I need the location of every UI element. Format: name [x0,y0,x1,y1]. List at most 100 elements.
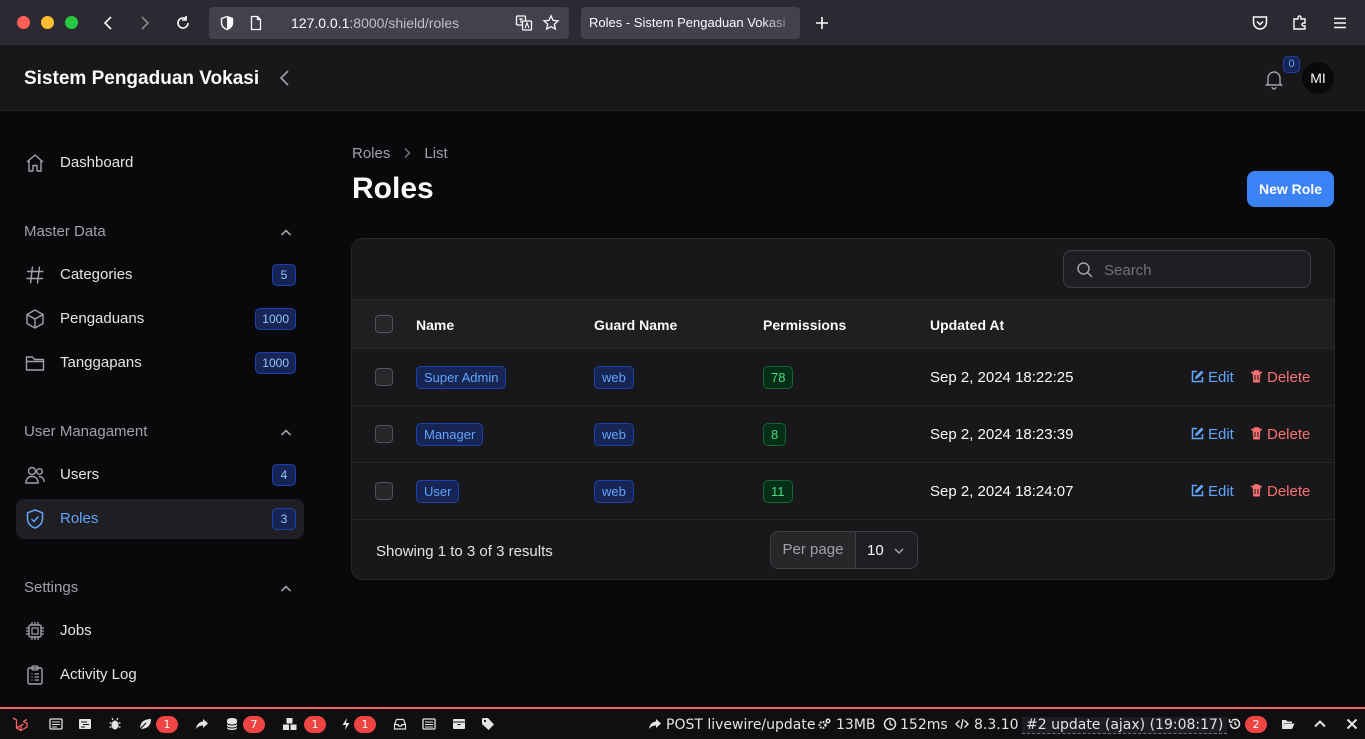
close-icon[interactable] [1345,717,1359,731]
column-header-permissions[interactable]: Permissions [763,317,846,333]
delete-button[interactable]: Delete [1249,426,1310,443]
models-cubes-icon[interactable] [282,717,298,731]
tags-icon[interactable] [481,717,495,731]
new-role-button[interactable]: New Role [1247,171,1334,207]
url-text[interactable]: 127.0.0.1:8000/shield/roles [291,15,459,31]
sidebar-item-label: Categories [60,266,133,283]
chevron-up-icon[interactable] [278,225,294,241]
queries-database-icon[interactable] [225,717,239,731]
extensions-icon[interactable] [1290,13,1310,33]
breadcrumb-current: List [424,145,448,162]
new-tab-icon[interactable] [812,13,832,33]
guard-name-badge: web [594,423,634,446]
shield-icon[interactable] [219,15,235,31]
breadcrumb: Roles List [352,145,448,162]
breadcrumb-roles-link[interactable]: Roles [352,145,390,162]
brand-title[interactable]: Sistem Pengaduan Vokasi [24,68,259,90]
page-icon [248,15,264,31]
events-bolt-icon[interactable] [341,717,351,731]
address-bar[interactable]: 127.0.0.1:8000/shield/roles [209,7,569,39]
tab-roles[interactable]: Roles - Sistem Pengaduan Vokasi [581,7,800,39]
reload-icon[interactable] [173,13,193,33]
sidebar-item-pengaduans[interactable]: Pengaduans 1000 [16,299,304,339]
chevron-down-icon[interactable] [892,544,906,558]
group-user-management[interactable]: User Managament [24,423,296,443]
per-page-select[interactable]: Per page 10 [770,531,918,569]
mail-inbox-icon[interactable] [393,717,407,731]
sidebar-item-activity-log[interactable]: Activity Log [16,655,304,695]
group-settings[interactable]: Settings [24,579,296,599]
sidebar-item-roles[interactable]: Roles 3 [16,499,304,539]
table-row[interactable]: Super Admin web 78 Sep 2, 2024 18:22:25 … [352,349,1334,406]
bookmark-star-icon[interactable] [542,14,560,32]
memory-usage-text[interactable]: 13MB [836,717,876,733]
session-archive-icon[interactable] [452,717,466,731]
column-header-updated-at[interactable]: Updated At [930,317,1004,333]
group-label: Master Data [24,223,106,240]
chevron-up-icon[interactable] [278,425,294,441]
maximize-chevron-up-icon[interactable] [1313,717,1327,731]
route-share-icon[interactable] [195,717,209,731]
roles-table-card: Search Name Guard Name Permissions Updat… [351,238,1335,580]
current-request-select[interactable]: #2 update (ajax) (19:08:17) [1022,717,1228,734]
updated-at-text: Sep 2, 2024 18:22:25 [930,369,1074,386]
php-version-text[interactable]: 8.3.10 [974,717,1019,733]
sidebar-item-label: Activity Log [60,666,137,683]
table-row[interactable]: Manager web 8 Sep 2, 2024 18:23:39 Edit … [352,406,1334,463]
request-icon[interactable] [422,717,436,731]
window-minimize-button[interactable] [41,16,54,29]
table-row[interactable]: User web 11 Sep 2, 2024 18:24:07 Edit De… [352,463,1334,520]
window-maximize-button[interactable] [65,16,78,29]
select-all-checkbox[interactable] [375,315,393,333]
request-route-text[interactable]: POST livewire/update [666,717,815,733]
request-time-text[interactable]: 152ms [900,717,948,733]
pocket-icon[interactable] [1250,13,1270,33]
window-close-button[interactable] [17,16,30,29]
updated-at-text: Sep 2, 2024 18:23:39 [930,426,1074,443]
sidebar-item-categories[interactable]: Categories 5 [16,255,304,295]
views-leaf-icon[interactable] [138,717,152,731]
guard-name-badge: web [594,480,634,503]
code-icon [955,717,969,731]
edit-button[interactable]: Edit [1190,369,1234,386]
sidebar-item-jobs[interactable]: Jobs [16,611,304,651]
laravel-logo-icon[interactable] [11,716,29,734]
per-page-value[interactable]: 10 [867,542,884,559]
search-input[interactable]: Search [1063,250,1311,288]
forward-icon[interactable] [134,13,154,33]
group-label: User Managament [24,423,148,440]
sidebar-item-tanggapans[interactable]: Tanggapans 1000 [16,343,304,383]
sidebar-collapse-icon[interactable] [276,68,294,88]
timeline-icon[interactable] [78,717,92,731]
edit-button[interactable]: Edit [1190,426,1234,443]
column-header-name[interactable]: Name [416,317,454,333]
exceptions-bug-icon[interactable] [108,717,122,731]
pencil-square-icon [1190,369,1205,384]
edit-button[interactable]: Edit [1190,483,1234,500]
count-badge: 1000 [255,308,296,330]
sidebar-item-users[interactable]: Users 4 [16,455,304,495]
delete-button[interactable]: Delete [1249,369,1310,386]
chevron-up-icon[interactable] [278,581,294,597]
users-icon [24,464,46,486]
sidebar-item-label: Dashboard [60,154,134,171]
user-avatar[interactable]: MI [1302,62,1334,94]
translate-icon[interactable] [515,14,533,32]
pencil-square-icon [1190,483,1205,498]
debug-bar: 1 7 1 1 POST livewire/update 13MB 152ms … [0,707,1365,739]
search-placeholder: Search [1104,262,1152,279]
group-master-data[interactable]: Master Data [24,223,296,243]
column-header-guard-name[interactable]: Guard Name [594,317,677,333]
open-folder-icon[interactable] [1281,717,1295,731]
back-icon[interactable] [99,13,119,33]
row-checkbox[interactable] [375,425,393,443]
menu-icon[interactable] [1330,13,1350,33]
sidebar-item-label: Jobs [60,622,92,639]
notifications-bell-icon[interactable] [1263,68,1285,90]
messages-icon[interactable] [49,717,63,731]
sidebar-item-dashboard[interactable]: Dashboard [16,143,304,183]
row-checkbox[interactable] [375,482,393,500]
row-checkbox[interactable] [375,368,393,386]
delete-button[interactable]: Delete [1249,483,1310,500]
history-icon[interactable] [1228,717,1242,731]
